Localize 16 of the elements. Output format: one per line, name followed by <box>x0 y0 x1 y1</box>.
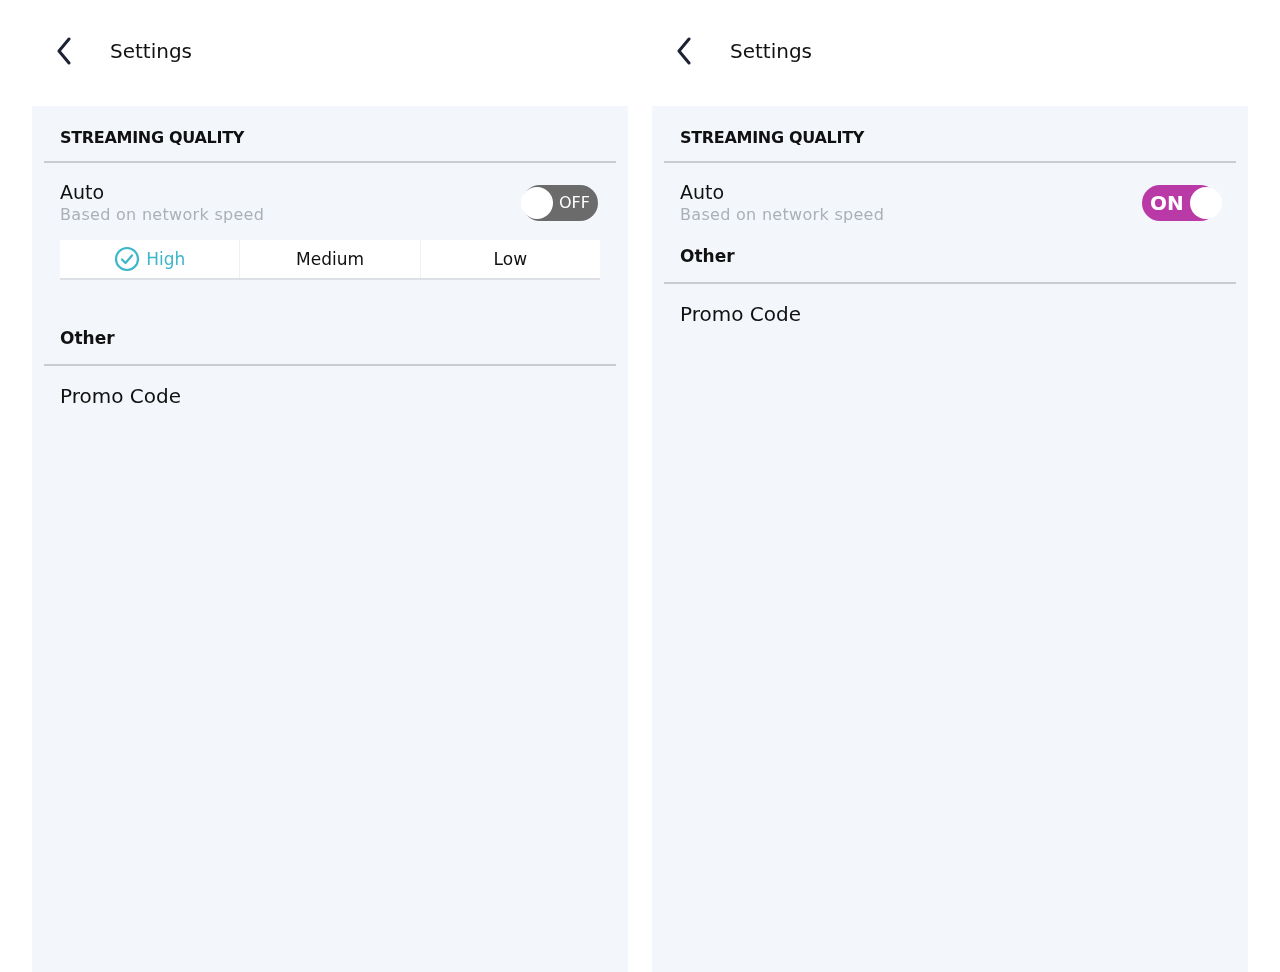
check-circle-icon <box>114 246 141 272</box>
setting-description: Based on network speed <box>680 205 885 224</box>
setting-description: Based on network speed <box>60 205 265 224</box>
screen-title: Settings <box>110 39 193 63</box>
settings-item[interactable]: Promo Code <box>44 366 616 426</box>
screen-title: Settings <box>730 39 813 63</box>
setting-label: Auto <box>680 181 726 203</box>
section-title: Other <box>679 245 736 268</box>
back-icon <box>676 37 692 65</box>
settings-item[interactable]: Promo Code <box>664 284 1236 344</box>
toggle-switch[interactable]: OFF <box>522 184 598 221</box>
back-icon <box>56 37 72 65</box>
section-title: Other <box>59 327 116 350</box>
setting-label: Auto <box>60 181 106 203</box>
section-title: STREAMING QUALITY <box>59 127 246 149</box>
section-title: STREAMING QUALITY <box>679 127 866 149</box>
